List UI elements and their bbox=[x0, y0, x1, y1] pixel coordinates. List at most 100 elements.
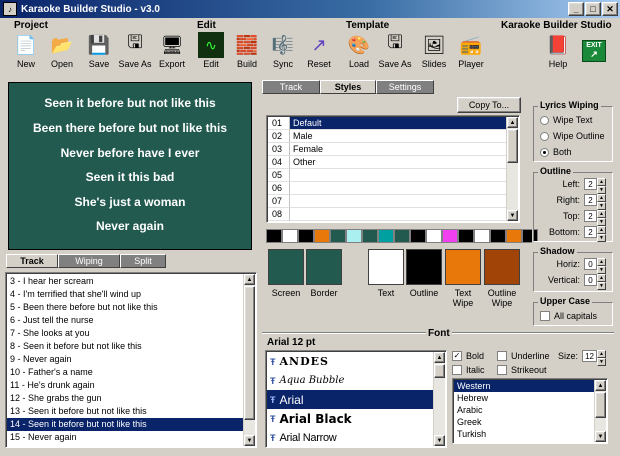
font-item[interactable]: Ŧ Arial Narrow bbox=[267, 428, 435, 447]
scroll-thumb[interactable] bbox=[434, 364, 445, 378]
palette-swatch[interactable] bbox=[266, 229, 282, 243]
scroll-down-arrow[interactable]: ▼ bbox=[507, 210, 518, 221]
style-row[interactable]: 04 Other bbox=[268, 156, 506, 169]
text-wipe-color[interactable]: Text Wipe bbox=[445, 249, 481, 308]
script-list[interactable]: Western Hebrew Arabic Greek Turkish ▲ ▼ bbox=[452, 378, 608, 444]
exit-button[interactable]: EXIT ↗ bbox=[582, 40, 606, 62]
scroll-thumb[interactable] bbox=[595, 392, 606, 418]
save-button[interactable]: 💾 Save bbox=[79, 30, 119, 74]
palette-swatch[interactable] bbox=[490, 229, 506, 243]
tab-settings[interactable]: Settings bbox=[376, 80, 434, 94]
border-color[interactable]: Border bbox=[306, 249, 342, 298]
shadow-vertical-spinner[interactable]: 0 ▲ ▼ bbox=[584, 274, 606, 290]
text-wipe-color-swatch[interactable] bbox=[445, 249, 481, 285]
style-name[interactable]: Default bbox=[290, 117, 506, 130]
outline-bottom-spinner[interactable]: 2 ▲ ▼ bbox=[584, 226, 606, 242]
title-bar[interactable]: ♪ Karaoke Builder Studio - v3.0 _ □ ✕ bbox=[0, 0, 620, 18]
underline-checkbox[interactable] bbox=[497, 351, 507, 361]
track-row[interactable]: 12 - She grabs the gun bbox=[7, 392, 244, 405]
spin-up-icon[interactable]: ▲ bbox=[597, 258, 606, 266]
strikeout-option[interactable]: Strikeout bbox=[497, 365, 547, 375]
style-row[interactable]: 01 Default bbox=[268, 117, 506, 130]
font-item-selected[interactable]: Ŧ Arial bbox=[267, 390, 435, 409]
spin-up-icon[interactable]: ▲ bbox=[597, 226, 606, 234]
palette-swatch[interactable] bbox=[378, 229, 394, 243]
help-button[interactable]: 📕 Help bbox=[538, 30, 578, 74]
style-row[interactable]: 02 Male bbox=[268, 130, 506, 143]
style-name[interactable] bbox=[290, 182, 506, 195]
palette-swatch[interactable] bbox=[298, 229, 314, 243]
italic-option[interactable]: Italic bbox=[452, 365, 485, 375]
all-capitals-option[interactable]: All capitals bbox=[540, 311, 597, 321]
track-row[interactable]: 10 - Father's a name bbox=[7, 366, 244, 379]
style-row[interactable]: 07 bbox=[268, 195, 506, 208]
shadow-horiz-spinner[interactable]: 0 ▲ ▼ bbox=[584, 258, 606, 274]
new-button[interactable]: 📄 New bbox=[6, 30, 46, 74]
outline-color[interactable]: Outline bbox=[406, 249, 442, 298]
maximize-button[interactable]: □ bbox=[585, 2, 601, 16]
spin-down-icon[interactable]: ▼ bbox=[597, 218, 606, 226]
palette-swatch[interactable] bbox=[474, 229, 490, 243]
spin-down-icon[interactable]: ▼ bbox=[597, 234, 606, 242]
font-list-scrollbar[interactable]: ▲ ▼ bbox=[433, 352, 445, 446]
text-color[interactable]: Text bbox=[368, 249, 404, 298]
palette-swatch[interactable] bbox=[346, 229, 362, 243]
export-button[interactable]: 🖥 Export bbox=[152, 30, 192, 74]
style-name[interactable]: Other bbox=[290, 156, 506, 169]
build-button[interactable]: 🧱 Build bbox=[227, 30, 267, 74]
bold-checkbox[interactable]: ✓ bbox=[452, 351, 462, 361]
palette-swatch[interactable] bbox=[506, 229, 522, 243]
spin-up-icon[interactable]: ▲ bbox=[597, 178, 606, 186]
script-item[interactable]: Hebrew bbox=[454, 392, 596, 404]
palette-swatch[interactable] bbox=[314, 229, 330, 243]
palette-swatch[interactable] bbox=[426, 229, 442, 243]
strikeout-checkbox[interactable] bbox=[497, 365, 507, 375]
copy-to-button[interactable]: Copy To... bbox=[457, 97, 521, 113]
scroll-thumb[interactable] bbox=[244, 286, 255, 420]
style-row[interactable]: 06 bbox=[268, 182, 506, 195]
palette-swatch[interactable] bbox=[330, 229, 346, 243]
outline-wipe-color-swatch[interactable] bbox=[484, 249, 520, 285]
spin-down-icon[interactable]: ▼ bbox=[597, 202, 606, 210]
track-row[interactable]: 15 - Never again bbox=[7, 431, 244, 444]
palette-swatch[interactable] bbox=[442, 229, 458, 243]
outline-right-spinner[interactable]: 2 ▲ ▼ bbox=[584, 194, 606, 210]
spin-down-icon[interactable]: ▼ bbox=[597, 358, 607, 366]
spin-down-icon[interactable]: ▼ bbox=[597, 266, 606, 274]
script-list-scrollbar[interactable]: ▲ ▼ bbox=[594, 380, 606, 442]
both-option[interactable]: Both bbox=[540, 147, 572, 157]
save-as-template-button[interactable]: 🖫 Save As bbox=[375, 30, 415, 74]
border-color-swatch[interactable] bbox=[306, 249, 342, 285]
close-button[interactable]: ✕ bbox=[602, 2, 618, 16]
palette-swatch[interactable] bbox=[282, 229, 298, 243]
palette-swatch[interactable] bbox=[394, 229, 410, 243]
palette-swatch[interactable] bbox=[458, 229, 474, 243]
spin-down-icon[interactable]: ▼ bbox=[597, 186, 606, 194]
screen-color[interactable]: Screen bbox=[268, 249, 304, 298]
track-row[interactable]: 8 - Seen it before but not like this bbox=[7, 340, 244, 353]
outline-wipe-color[interactable]: Outline Wipe bbox=[484, 249, 520, 308]
scroll-down-arrow[interactable]: ▼ bbox=[244, 435, 255, 446]
script-item[interactable]: Greek bbox=[454, 416, 596, 428]
script-item[interactable]: Arabic bbox=[454, 404, 596, 416]
font-item[interactable]: Ŧ Aqua Bubble bbox=[267, 371, 435, 390]
track-list-scrollbar[interactable]: ▲ ▼ bbox=[243, 274, 255, 446]
spin-up-icon[interactable]: ▲ bbox=[597, 350, 607, 358]
style-row[interactable]: 05 bbox=[268, 169, 506, 182]
underline-option[interactable]: Underline bbox=[497, 351, 550, 361]
palette-swatch[interactable] bbox=[410, 229, 426, 243]
open-button[interactable]: 📂 Open bbox=[42, 30, 82, 74]
style-name[interactable] bbox=[290, 169, 506, 182]
track-row[interactable]: 9 - Never again bbox=[7, 353, 244, 366]
slides-button[interactable]: 🖼 Slides bbox=[414, 30, 454, 74]
scroll-down-arrow[interactable]: ▼ bbox=[595, 431, 606, 442]
spin-up-icon[interactable]: ▲ bbox=[597, 274, 606, 282]
scroll-up-arrow[interactable]: ▲ bbox=[244, 274, 255, 285]
font-item[interactable]: Ŧ Arial Black bbox=[267, 409, 435, 428]
styles-list[interactable]: 01 Default 02 Male 03 Female 04 Other 05 06 07 08 ▲… bbox=[266, 115, 520, 223]
track-row[interactable]: 13 - Seen it before but not like this bbox=[7, 405, 244, 418]
script-item-selected[interactable]: Western bbox=[454, 380, 596, 392]
scroll-up-arrow[interactable]: ▲ bbox=[507, 117, 518, 128]
track-row-selected[interactable]: 14 - Seen it before but not like this bbox=[7, 418, 244, 431]
style-row[interactable]: 03 Female bbox=[268, 143, 506, 156]
